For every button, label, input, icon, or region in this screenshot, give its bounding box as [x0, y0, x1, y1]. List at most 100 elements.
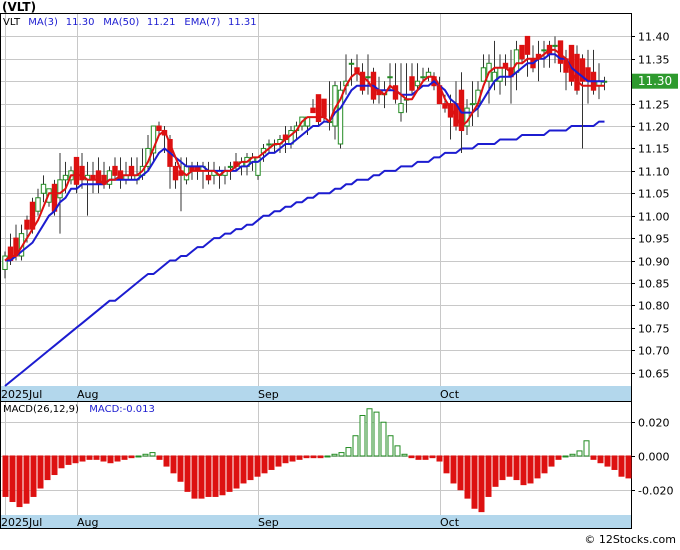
- macd-bar: [436, 455, 443, 462]
- macd-bar: [128, 455, 135, 459]
- candle-body: [541, 49, 547, 52]
- macd-bar: [37, 455, 44, 489]
- legend-text: 11.31: [228, 17, 257, 28]
- macd-bar: [401, 453, 408, 457]
- price-tick-label: 10.85: [638, 278, 670, 291]
- macd-bar: [324, 455, 331, 458]
- macd-bar: [464, 455, 471, 499]
- price-tick-label: 11.15: [638, 143, 670, 156]
- macd-bar: [450, 455, 457, 484]
- macd-bar: [219, 455, 226, 496]
- legend-text: 11.30: [66, 17, 95, 28]
- macd-bar: [303, 455, 310, 459]
- candle-body: [442, 103, 448, 109]
- macd-bar: [247, 455, 254, 481]
- macd-bar: [338, 452, 345, 457]
- price-tick-label: 11.40: [638, 31, 670, 44]
- macd-bar: [569, 453, 576, 457]
- macd-bar: [415, 455, 422, 460]
- macd-bar: [212, 455, 219, 497]
- ticker-title: (VLT): [2, 0, 36, 14]
- macd-bar: [485, 455, 492, 497]
- macd-bar: [534, 455, 541, 479]
- candle-body: [62, 174, 69, 181]
- macd-bar: [408, 455, 415, 459]
- macd-bar: [107, 455, 114, 464]
- candle-body: [24, 219, 30, 230]
- macd-bar: [499, 455, 506, 481]
- macd-bar: [527, 455, 534, 484]
- legend-text: EMA(7): [184, 17, 220, 28]
- macd-bar: [492, 455, 499, 487]
- macd-bar: [548, 455, 555, 467]
- macd-bar: [205, 455, 212, 497]
- macd-bar: [184, 455, 191, 492]
- macd-bar: [289, 455, 296, 462]
- macd-tick-label: 0.000: [638, 451, 670, 464]
- price-tick-label: 10.70: [638, 345, 670, 358]
- price-tick-label: 10.95: [638, 233, 670, 246]
- macd-bar: [16, 455, 23, 508]
- macd-bar: [443, 455, 450, 474]
- macd-bar: [149, 452, 156, 457]
- macd-bar: [142, 453, 149, 457]
- candle-body: [156, 125, 162, 132]
- candle-body: [519, 44, 525, 60]
- macd-bar: [576, 450, 583, 457]
- candle-body: [480, 67, 487, 82]
- macd-bar: [177, 455, 184, 482]
- chart-canvas: 10.65 10.70 10.75 10.80 10.85 10.90 10.95 11.00…: [0, 0, 678, 546]
- macd-bar: [72, 455, 79, 464]
- macd-bar: [58, 455, 65, 469]
- candle-body: [57, 179, 63, 199]
- macd-date-label: Aug: [77, 516, 98, 529]
- macd-bar: [352, 435, 359, 457]
- legend-text: MACD:-0.013: [89, 404, 155, 415]
- macd-bar: [191, 455, 198, 499]
- watermark: © 12Stocks.com: [584, 533, 676, 546]
- price-date-label: Oct: [440, 388, 460, 401]
- price-date-label: Sep: [258, 388, 279, 401]
- price-tick-label: 10.90: [638, 256, 670, 269]
- macd-date-label: Sep: [258, 516, 279, 529]
- candle-body: [310, 107, 316, 114]
- price-tick-label: 11.20: [638, 121, 670, 134]
- candle-body: [73, 156, 80, 185]
- candle-body: [321, 98, 327, 118]
- macd-bar: [394, 445, 401, 457]
- price-tick-label: 11.00: [638, 211, 670, 224]
- candle-body: [409, 76, 415, 91]
- legend-text: 11.21: [147, 17, 176, 28]
- macd-bar: [478, 455, 485, 513]
- macd-bar: [513, 455, 520, 481]
- macd-bar: [30, 455, 37, 497]
- macd-bar: [296, 455, 303, 460]
- macd-axis-ticks: 0.020 0.000 -0.020: [631, 417, 673, 498]
- macd-bar: [282, 455, 289, 464]
- candle-body: [513, 49, 520, 73]
- macd-bar: [618, 455, 625, 477]
- legend-text: MA(3): [28, 17, 58, 28]
- macd-bar: [170, 455, 177, 474]
- candle-body: [172, 165, 179, 181]
- price-date-label: Aug: [77, 388, 98, 401]
- candle-body: [128, 165, 135, 176]
- macd-bar: [156, 455, 163, 460]
- macd-bar: [198, 455, 205, 499]
- macd-bar: [44, 455, 51, 481]
- macd-bar: [268, 455, 275, 470]
- macd-bar: [429, 455, 436, 459]
- macd-bar: [590, 455, 597, 460]
- price-tick-label: 10.80: [638, 300, 670, 313]
- candle-body: [266, 143, 272, 146]
- price-tick-label: 11.25: [638, 99, 670, 112]
- macd-bar: [93, 455, 100, 460]
- macd-bar: [373, 411, 380, 457]
- macd-bar: [597, 455, 604, 464]
- macd-bar: [583, 440, 590, 457]
- candle-body: [469, 103, 476, 106]
- macd-tick-label: 0.020: [638, 417, 670, 430]
- price-tick-label: 10.75: [638, 323, 670, 336]
- macd-bar: [233, 455, 240, 489]
- price-legend: VLT MA(3) 11.30 MA(50) 11.21 EMA(7) 11.31: [3, 17, 257, 28]
